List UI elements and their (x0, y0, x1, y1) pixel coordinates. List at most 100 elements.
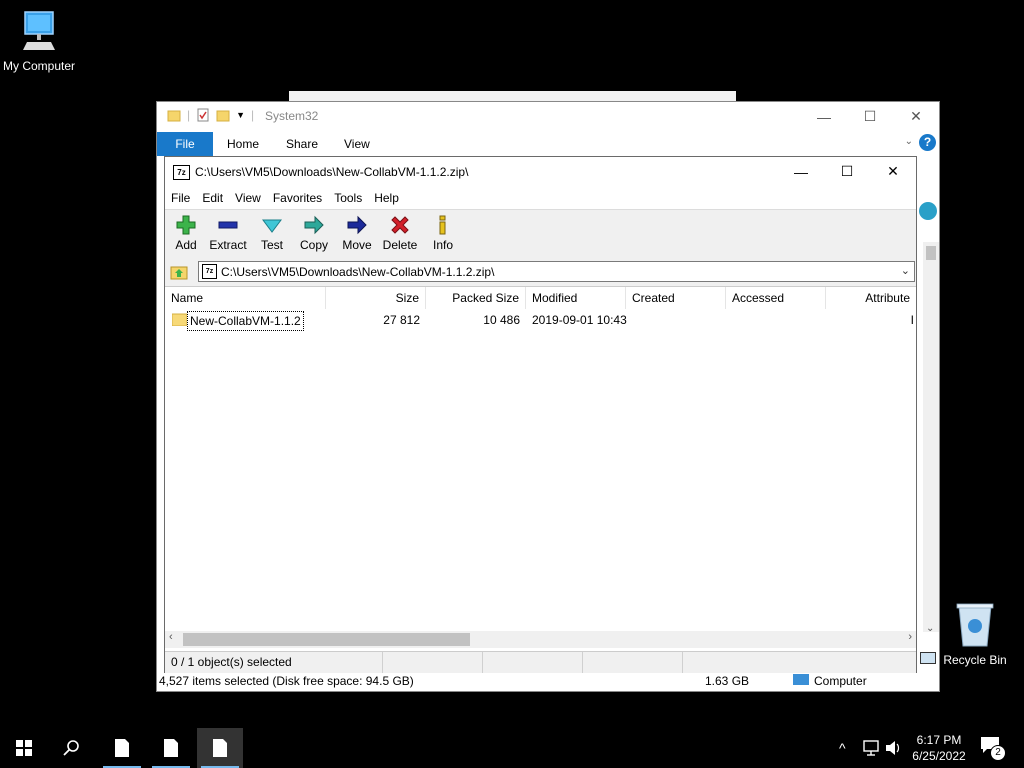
status-cell-modified (583, 652, 683, 673)
folder-icon[interactable] (167, 108, 181, 122)
maximize-icon: ☐ (840, 163, 854, 179)
properties-icon[interactable] (196, 108, 210, 122)
address-input[interactable]: 7z C:\Users\VM5\Downloads\New-CollabVM-1… (198, 261, 915, 282)
horizontal-scrollbar[interactable]: ‹ › (165, 631, 916, 648)
menu-bar: File Edit View Favorites Tools Help (165, 187, 916, 209)
delete-x-icon (391, 216, 409, 234)
action-center-button[interactable]: 2 (980, 736, 1010, 762)
ribbon-tab-home[interactable]: Home (215, 132, 271, 156)
scroll-right-arrow-icon[interactable]: › (908, 631, 912, 643)
scrollbar-thumb[interactable] (926, 246, 936, 260)
minimize-icon: — (817, 108, 831, 125)
7zip-titlebar[interactable]: 7z C:\Users\VM5\Downloads\New-CollabVM-1… (165, 157, 916, 187)
start-button[interactable] (1, 728, 47, 768)
file-list[interactable]: Name Size Packed Size Modified Created A… (165, 286, 916, 632)
clock[interactable]: 6:17 PM 6/25/2022 (905, 728, 973, 768)
extract-button[interactable]: Extract (207, 212, 249, 256)
column-header-attributes[interactable]: Attribute (826, 287, 916, 309)
row-attributes: I (910, 313, 914, 327)
search-button[interactable] (49, 728, 95, 768)
explorer-vertical-scrollbar[interactable]: ⌄ (923, 242, 939, 634)
ribbon-expand-chevron-icon[interactable]: ⌄ (905, 136, 913, 147)
menu-view[interactable]: View (229, 187, 267, 209)
7zip-toolbar: Add Extract Test Copy Move Delete Info (165, 209, 916, 258)
ribbon-tab-view[interactable]: View (332, 132, 382, 156)
computer-icon (793, 674, 809, 685)
move-arrow-icon (347, 215, 367, 235)
chevron-down-icon[interactable]: ⌄ (901, 264, 910, 277)
close-button[interactable]: ✕ (893, 102, 939, 131)
column-header-name[interactable]: Name (165, 287, 326, 309)
quick-access-toolbar: | ▼ | (167, 108, 254, 122)
explorer-status-size: 1.63 GB (705, 674, 750, 688)
test-button[interactable]: Test (251, 212, 293, 256)
delete-button[interactable]: Delete (379, 212, 421, 256)
windows-logo-icon (16, 740, 32, 756)
chevron-down-icon[interactable]: ▼ (236, 110, 245, 120)
column-header-modified[interactable]: Modified (526, 287, 626, 309)
minimize-button[interactable]: — (778, 157, 824, 186)
scroll-left-arrow-icon[interactable]: ‹ (169, 631, 173, 643)
copy-button[interactable]: Copy (293, 212, 335, 256)
volume-icon[interactable] (885, 740, 903, 756)
menu-edit[interactable]: Edit (196, 187, 229, 209)
search-icon (63, 740, 79, 756)
scrollbar-thumb[interactable] (183, 633, 470, 646)
recycle-bin-icon (956, 603, 994, 647)
status-cell-packed (483, 652, 583, 673)
taskbar-app-1[interactable] (99, 728, 145, 768)
7zip-window[interactable]: 7z C:\Users\VM5\Downloads\New-CollabVM-1… (164, 156, 917, 673)
address-bar: 7z C:\Users\VM5\Downloads\New-CollabVM-1… (165, 258, 916, 286)
taskbar-app-2[interactable] (148, 728, 194, 768)
ribbon-tab-share[interactable]: Share (274, 132, 330, 156)
taskbar: ^ 6:17 PM 6/25/2022 2 (0, 728, 1024, 768)
menu-tools[interactable]: Tools (328, 187, 368, 209)
notification-count-badge: 2 (990, 745, 1006, 761)
new-folder-icon[interactable] (216, 108, 230, 122)
desktop-icon-label: My Computer (2, 59, 76, 73)
column-header-packed-size[interactable]: Packed Size (426, 287, 526, 309)
desktop-icon-recycle-bin[interactable]: Recycle Bin (933, 602, 1017, 667)
menu-help[interactable]: Help (368, 187, 405, 209)
desktop-icon-label: Recycle Bin (943, 653, 1007, 667)
details-view-icon[interactable] (920, 652, 936, 664)
toolbar-label: Extract (209, 238, 247, 252)
maximize-button[interactable]: ☐ (824, 157, 870, 186)
show-hidden-icons-chevron-icon[interactable]: ^ (839, 728, 846, 768)
column-header-size[interactable]: Size (326, 287, 426, 309)
desktop-icon-my-computer[interactable]: My Computer (0, 10, 81, 73)
row-packed-size: 10 486 (483, 313, 520, 327)
toolbar-label: Info (432, 238, 453, 252)
network-icon[interactable] (862, 740, 880, 756)
maximize-button[interactable]: ☐ (847, 102, 893, 131)
background-window-edge (289, 91, 736, 101)
minus-icon (218, 221, 238, 229)
move-button[interactable]: Move (336, 212, 378, 256)
toolbar-label: Add (175, 238, 197, 252)
add-button[interactable]: Add (165, 212, 207, 256)
taskbar-app-3[interactable] (197, 728, 243, 768)
explorer-title: System32 (265, 109, 319, 123)
minimize-button[interactable]: — (801, 102, 847, 131)
column-header-accessed[interactable]: Accessed (726, 287, 826, 309)
window-title: C:\Users\VM5\Downloads\New-CollabVM-1.1.… (195, 165, 469, 179)
address-text: C:\Users\VM5\Downloads\New-CollabVM-1.1.… (221, 265, 495, 279)
explorer-status-selection: 4,527 items selected (Disk free space: 9… (159, 674, 414, 688)
copy-arrow-icon (304, 215, 324, 235)
explorer-titlebar[interactable]: | ▼ | System32 — ☐ ✕ (157, 102, 939, 131)
7zip-archive-icon: 7z (202, 264, 217, 279)
menu-favorites[interactable]: Favorites (267, 187, 328, 209)
check-chevron-icon (262, 219, 282, 233)
close-button[interactable]: ✕ (870, 157, 916, 186)
ribbon-tab-file[interactable]: File (157, 132, 213, 156)
row-modified: 2019-09-01 10:43 (532, 313, 627, 327)
up-folder-icon[interactable] (170, 263, 188, 281)
row-name[interactable]: New-CollabVM-1.1.2 (187, 311, 304, 331)
info-button[interactable]: Info (422, 212, 464, 256)
scroll-down-arrow-icon[interactable]: ⌄ (926, 623, 934, 634)
help-icon[interactable]: ? (919, 134, 936, 151)
column-header-created[interactable]: Created (626, 287, 726, 309)
row-size: 27 812 (383, 313, 420, 327)
menu-file[interactable]: File (165, 187, 196, 209)
folder-icon (172, 313, 187, 326)
